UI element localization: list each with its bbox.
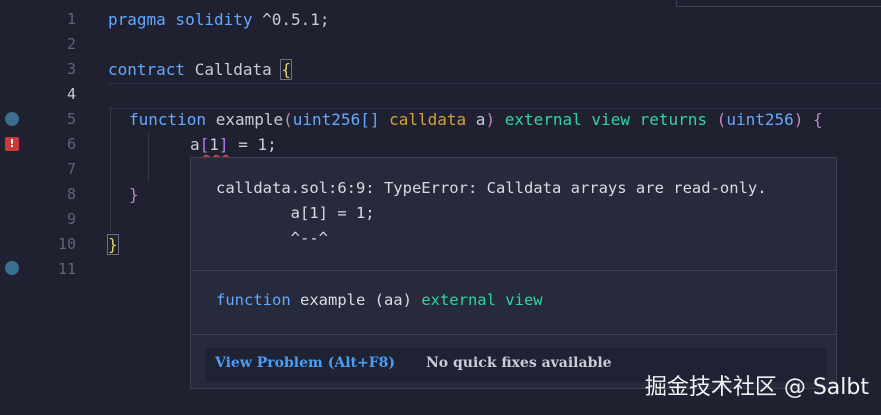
code-editor[interactable]: ! 1 2 3 4 5 6 7 8 9 10 11 pragma solidit… <box>0 0 881 415</box>
line-number: 10 <box>57 235 76 253</box>
type: uint256 <box>726 110 794 129</box>
param-name: a <box>466 110 486 129</box>
contract-name: Calldata <box>185 60 282 79</box>
code-line-5[interactable]: function example(uint256[] calldata a) e… <box>129 107 823 132</box>
code-line-10[interactable]: } <box>107 232 119 257</box>
line-number: 1 <box>66 10 76 28</box>
line-number: 9 <box>66 210 76 228</box>
line-number: 6 <box>66 135 76 153</box>
error-message: calldata.sol:6:9: TypeError: Calldata ar… <box>216 176 767 251</box>
divider <box>191 270 836 271</box>
keyword: function <box>216 291 291 309</box>
view-problem-link[interactable]: View Problem (Alt+F8) <box>215 355 395 371</box>
code-line-3[interactable]: contract Calldata { <box>108 57 292 82</box>
line-number: 2 <box>66 35 76 53</box>
divider <box>191 334 836 335</box>
keyword: pragma solidity <box>108 10 253 29</box>
line-number: 5 <box>66 110 76 128</box>
find-widget-edge <box>676 0 881 7</box>
mutability: view <box>591 110 630 129</box>
assignment: = 1; <box>228 135 277 154</box>
error-source-line: a[1] = 1; <box>216 204 375 222</box>
brace: { <box>813 110 823 129</box>
error-hover-widget[interactable]: calldata.sol:6:9: TypeError: Calldata ar… <box>190 157 837 389</box>
breakpoint-icon[interactable] <box>5 261 19 275</box>
code-line-6[interactable]: a[1] = 1; <box>190 132 277 157</box>
visibility: external <box>421 291 496 309</box>
line-number: 8 <box>66 185 76 203</box>
error-text: calldata.sol:6:9: TypeError: Calldata ar… <box>216 179 767 197</box>
indent-guide <box>110 107 111 232</box>
type: uint256[] <box>292 110 380 129</box>
line-number: 11 <box>57 260 76 278</box>
current-line-highlight <box>108 83 881 109</box>
brace: } <box>107 234 119 255</box>
line-number: 7 <box>66 160 76 178</box>
bracket: ] <box>218 135 229 154</box>
mutability: view <box>495 291 543 309</box>
error-icon[interactable]: ! <box>5 137 19 151</box>
code-line-1[interactable]: pragma solidity ^0.5.1; <box>108 7 330 32</box>
indent-guide <box>148 132 149 182</box>
watermark: 掘金技术社区 @ Salbt <box>644 375 869 400</box>
bracket: [ <box>199 135 210 154</box>
breakpoint-icon[interactable] <box>5 112 19 126</box>
function-signature: function example (aa) external view <box>216 288 543 313</box>
keyword: contract <box>108 60 186 79</box>
brace: { <box>280 59 292 80</box>
version: ^0.5.1; <box>252 10 330 29</box>
visibility: external <box>504 110 582 129</box>
line-number: 3 <box>66 60 76 78</box>
glyph-margin[interactable]: ! <box>0 0 28 415</box>
function-name: example <box>206 110 284 129</box>
line-number: 4 <box>66 85 76 103</box>
no-quick-fixes-label: No quick fixes available <box>426 355 612 371</box>
paren: ( <box>716 110 727 129</box>
brace: } <box>129 185 139 204</box>
function-name: example (aa) <box>290 291 422 309</box>
returns-keyword: returns <box>639 110 708 129</box>
paren: ) <box>485 110 496 129</box>
error-pointer: ^--^ <box>216 229 328 247</box>
keyword: function <box>129 110 207 129</box>
identifier: a <box>190 135 200 154</box>
paren: ) <box>793 110 804 129</box>
code-line-8[interactable]: } <box>129 182 139 207</box>
paren: ( <box>283 110 293 129</box>
data-location: calldata <box>389 110 467 129</box>
index: 1 <box>209 135 219 154</box>
